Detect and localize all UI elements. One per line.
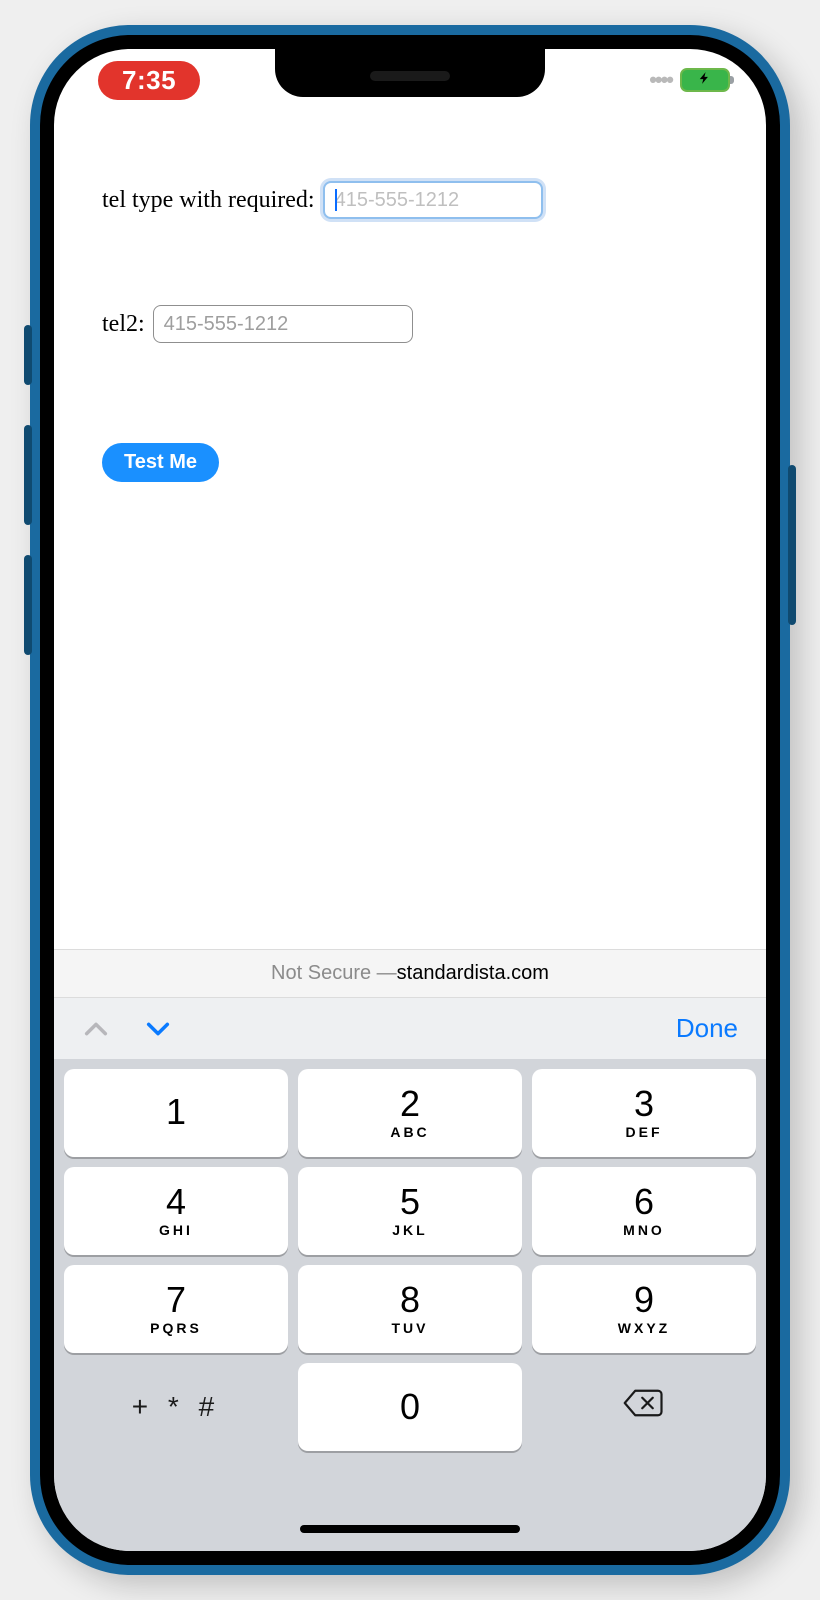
recording-time-pill[interactable]: 7:35 <box>98 61 200 100</box>
web-content: tel type with required: tel2: Test Me <box>54 111 766 949</box>
key-7[interactable]: 7 PQRS <box>64 1265 288 1353</box>
backspace-icon <box>623 1387 665 1427</box>
phone-side-button <box>24 555 32 655</box>
key-8[interactable]: 8 TUV <box>298 1265 522 1353</box>
tel2-input[interactable] <box>153 305 413 343</box>
key-1[interactable]: 1 <box>64 1069 288 1157</box>
phone-side-button <box>24 425 32 525</box>
numeric-keypad: 1 2 ABC 3 DEF 4 GHI <box>54 1059 766 1551</box>
text-cursor <box>335 189 337 211</box>
key-backspace[interactable] <box>532 1363 756 1451</box>
battery-icon <box>680 68 730 92</box>
key-4[interactable]: 4 GHI <box>64 1167 288 1255</box>
key-9[interactable]: 9 WXYZ <box>532 1265 756 1353</box>
tel1-label: tel type with required: <box>102 187 315 214</box>
prev-field-chevron-up-icon <box>82 1015 110 1043</box>
key-0[interactable]: 0 <box>298 1363 522 1451</box>
key-5[interactable]: 5 JKL <box>298 1167 522 1255</box>
key-6[interactable]: 6 MNO <box>532 1167 756 1255</box>
not-secure-label: Not Secure — <box>271 962 397 985</box>
phone-side-button <box>788 465 796 625</box>
home-indicator[interactable] <box>300 1525 520 1533</box>
tel1-input[interactable] <box>323 181 543 219</box>
phone-side-button <box>24 325 32 385</box>
charging-bolt-icon <box>698 71 712 89</box>
key-2[interactable]: 2 ABC <box>298 1069 522 1157</box>
keyboard-done-button[interactable]: Done <box>676 1013 738 1044</box>
tel2-label: tel2: <box>102 311 145 338</box>
cellular-dots-icon: •••• <box>649 67 672 93</box>
key-3[interactable]: 3 DEF <box>532 1069 756 1157</box>
test-me-button[interactable]: Test Me <box>102 443 219 482</box>
notch <box>275 49 545 97</box>
phone-frame: 7:35 •••• tel type with required: <box>30 25 790 1575</box>
url-domain: standardista.com <box>397 962 549 985</box>
browser-url-bar[interactable]: Not Secure — standardista.com <box>54 949 766 997</box>
key-symbols[interactable]: + * # <box>64 1363 288 1451</box>
keyboard-accessory-bar: Done <box>54 997 766 1059</box>
next-field-chevron-down-icon[interactable] <box>144 1015 172 1043</box>
